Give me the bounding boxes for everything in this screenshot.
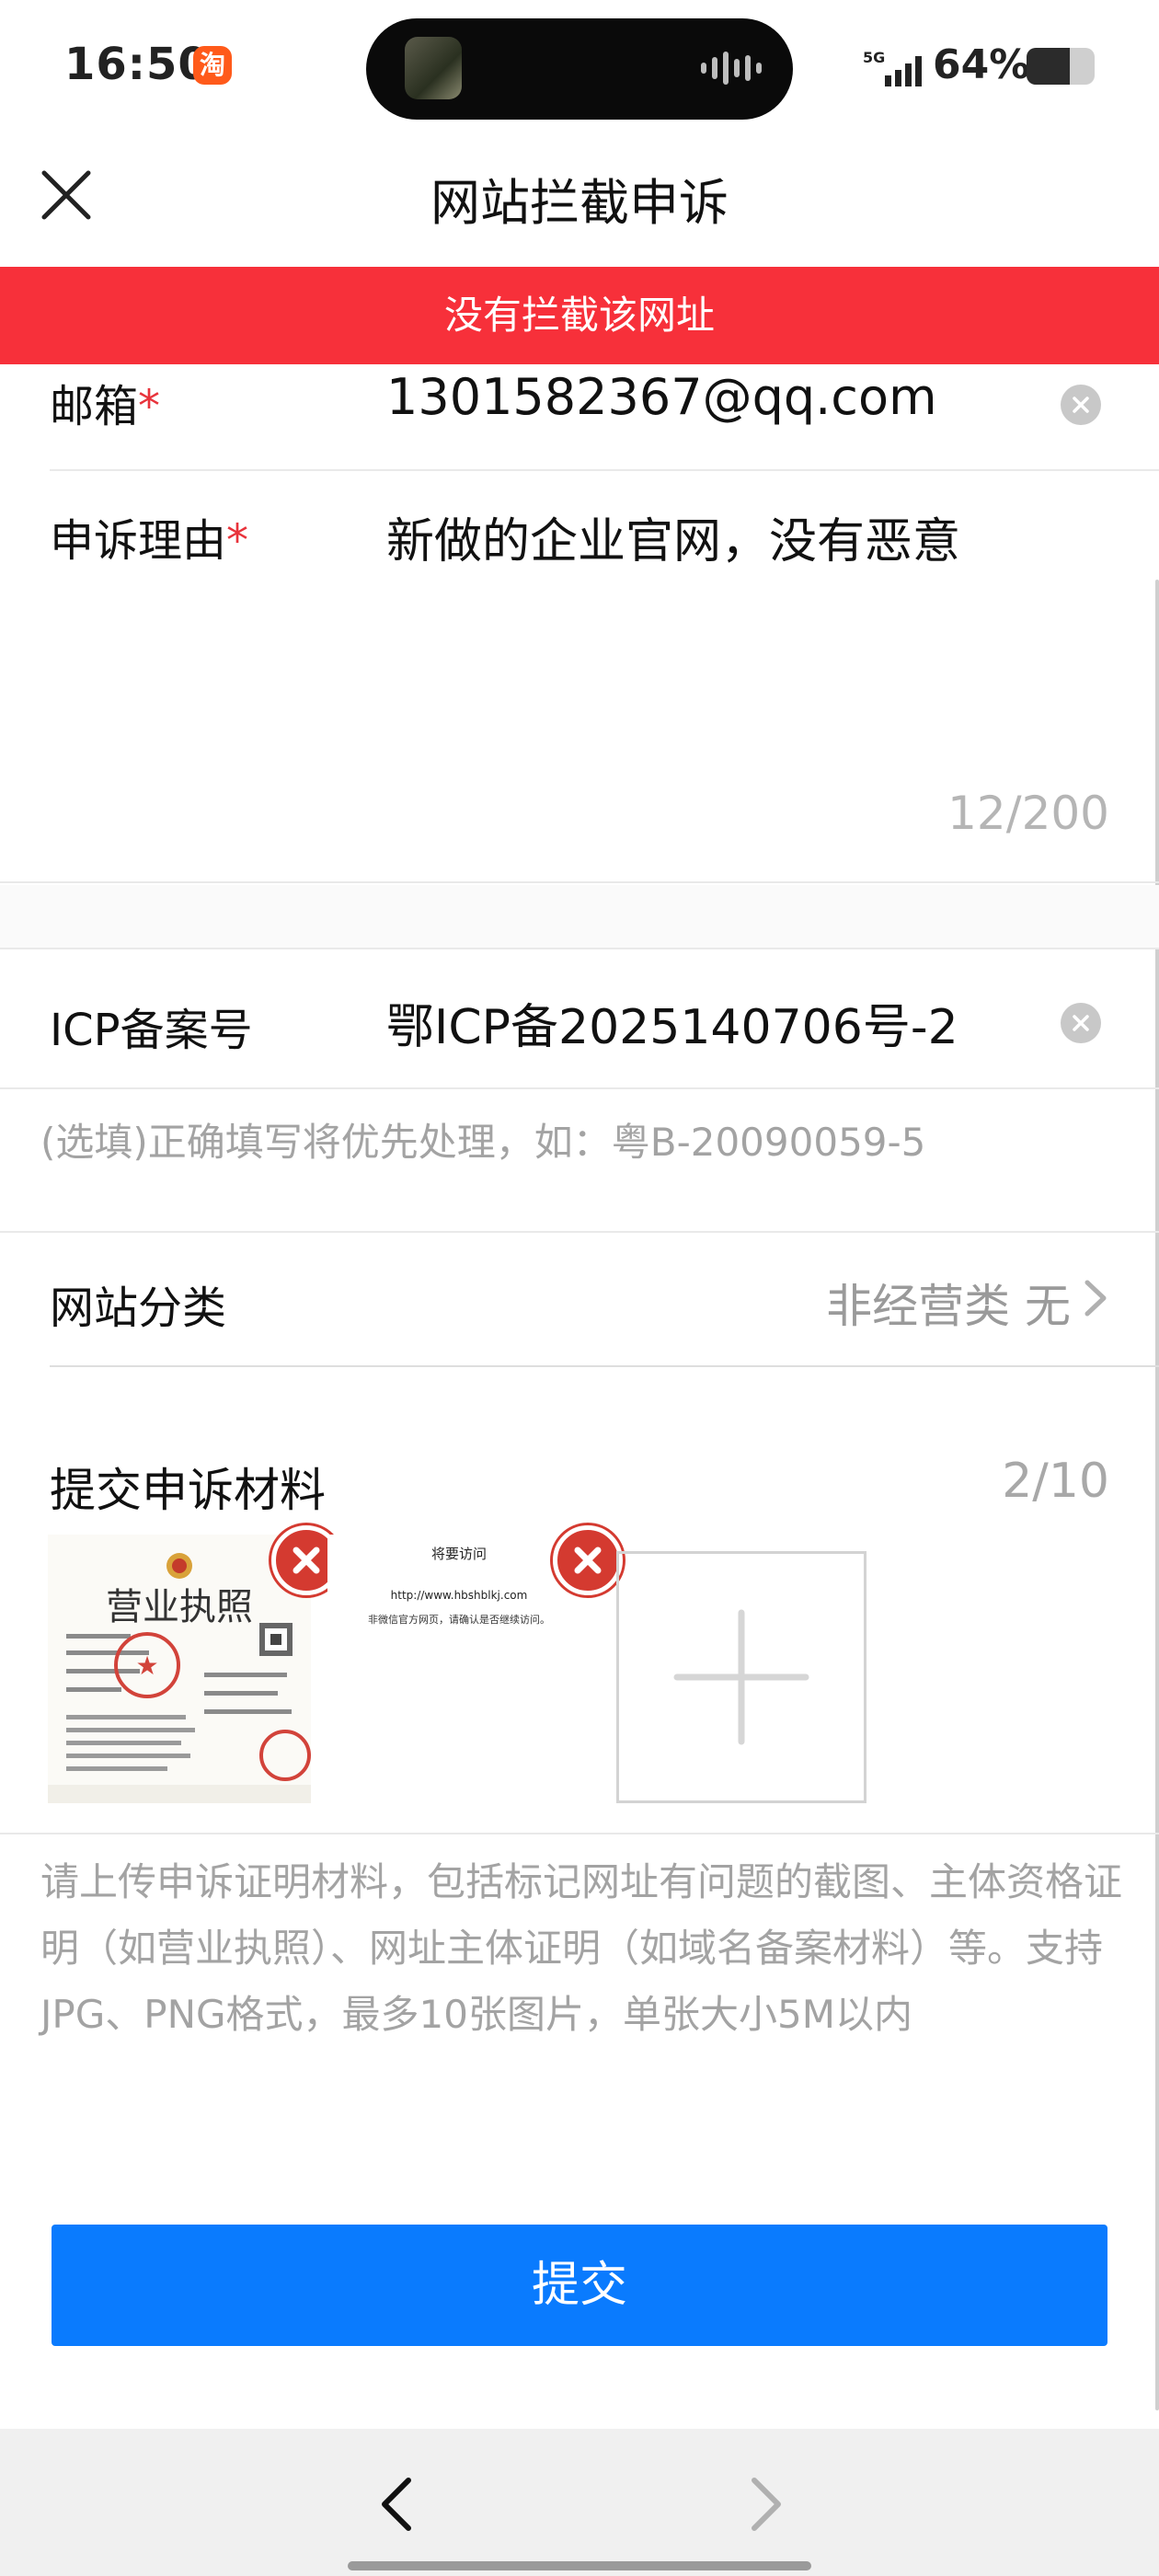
- clear-email-icon[interactable]: [1061, 385, 1101, 425]
- icp-hint: (选填)正确填写将优先处理，如：粤B-20090059-5: [40, 1120, 926, 1165]
- warning-page-image: 将要访问 http://www.hbshblkj.com 非微信官方网页，请确认…: [327, 1535, 591, 1803]
- materials-description: 请上传申诉证明材料，包括标记网址有问题的截图、主体资格证明（如营业执照）、网址主…: [40, 1859, 1123, 2037]
- warning-heading: 将要访问: [431, 1546, 487, 1562]
- add-attachment-button[interactable]: [616, 1551, 866, 1803]
- required-mark: *: [226, 515, 249, 567]
- divider: [50, 469, 1159, 471]
- page-title: 网站拦截申诉: [430, 174, 729, 232]
- signal-icon: 5G: [863, 49, 922, 86]
- delete-attachment-2-icon[interactable]: [553, 1525, 623, 1595]
- warning-url: http://www.hbshblkj.com: [391, 1589, 528, 1602]
- warning-note: 非微信官方网页，请确认是否继续访问。: [368, 1613, 550, 1626]
- status-banner: 没有拦截该网址: [0, 267, 1159, 364]
- status-time: 16:50: [64, 39, 210, 90]
- attachment-thumbnail-license[interactable]: 营业执照 ★: [48, 1535, 311, 1803]
- svg-text:★: ★: [135, 1650, 158, 1681]
- category-label: 网站分类: [50, 1282, 227, 1334]
- audio-wave-icon: [701, 52, 762, 85]
- submit-button[interactable]: 提交: [52, 2225, 1107, 2346]
- materials-count: 2/10: [1002, 1454, 1109, 1509]
- chevron-right-icon[interactable]: [1082, 1277, 1109, 1319]
- divider: [0, 881, 1159, 883]
- email-label-text: 邮箱: [50, 381, 139, 432]
- license-heading: 营业执照: [106, 1586, 253, 1628]
- char-counter: 12/200: [947, 787, 1109, 840]
- category-select[interactable]: 非经营类 无: [826, 1270, 1071, 1336]
- plus-icon: [673, 1609, 809, 1745]
- clear-icp-icon[interactable]: [1061, 1003, 1101, 1043]
- divider: [0, 1087, 1159, 1089]
- section-gap: [0, 885, 1159, 948]
- attachment-thumbnail-warning[interactable]: 将要访问 http://www.hbshblkj.com 非微信官方网页，请确认…: [327, 1535, 591, 1803]
- required-mark: *: [138, 381, 161, 432]
- reason-label-text: 申诉理由: [50, 515, 227, 567]
- materials-label: 提交申诉材料: [50, 1464, 326, 1517]
- home-indicator[interactable]: [348, 2561, 811, 2570]
- reason-textarea[interactable]: 新做的企业官网，没有恶意: [386, 502, 960, 571]
- email-label: 邮箱*: [50, 370, 160, 434]
- forward-arrow-icon[interactable]: [741, 2475, 791, 2534]
- back-arrow-icon[interactable]: [372, 2475, 421, 2534]
- media-thumbnail: [405, 37, 462, 99]
- battery-percent: 64%: [933, 41, 1030, 88]
- network-type: 5G: [863, 49, 885, 66]
- divider: [50, 1365, 1159, 1367]
- icp-input[interactable]: 鄂ICP备2025140706号-2: [386, 988, 958, 1057]
- battery-icon: [1027, 48, 1095, 85]
- taobao-notification-icon: 淘: [193, 46, 232, 85]
- scrollbar[interactable]: [1155, 580, 1159, 2410]
- icp-label: ICP备案号: [50, 1005, 253, 1056]
- divider: [0, 1833, 1159, 1834]
- battery-level-fill: [1027, 48, 1071, 85]
- business-license-image: 营业执照 ★: [48, 1535, 311, 1803]
- browser-toolbar: [0, 2429, 1159, 2576]
- divider: [0, 1231, 1159, 1233]
- reason-label: 申诉理由*: [50, 504, 248, 569]
- email-field[interactable]: 1301582367@qq.com: [386, 368, 937, 426]
- divider: [0, 948, 1159, 949]
